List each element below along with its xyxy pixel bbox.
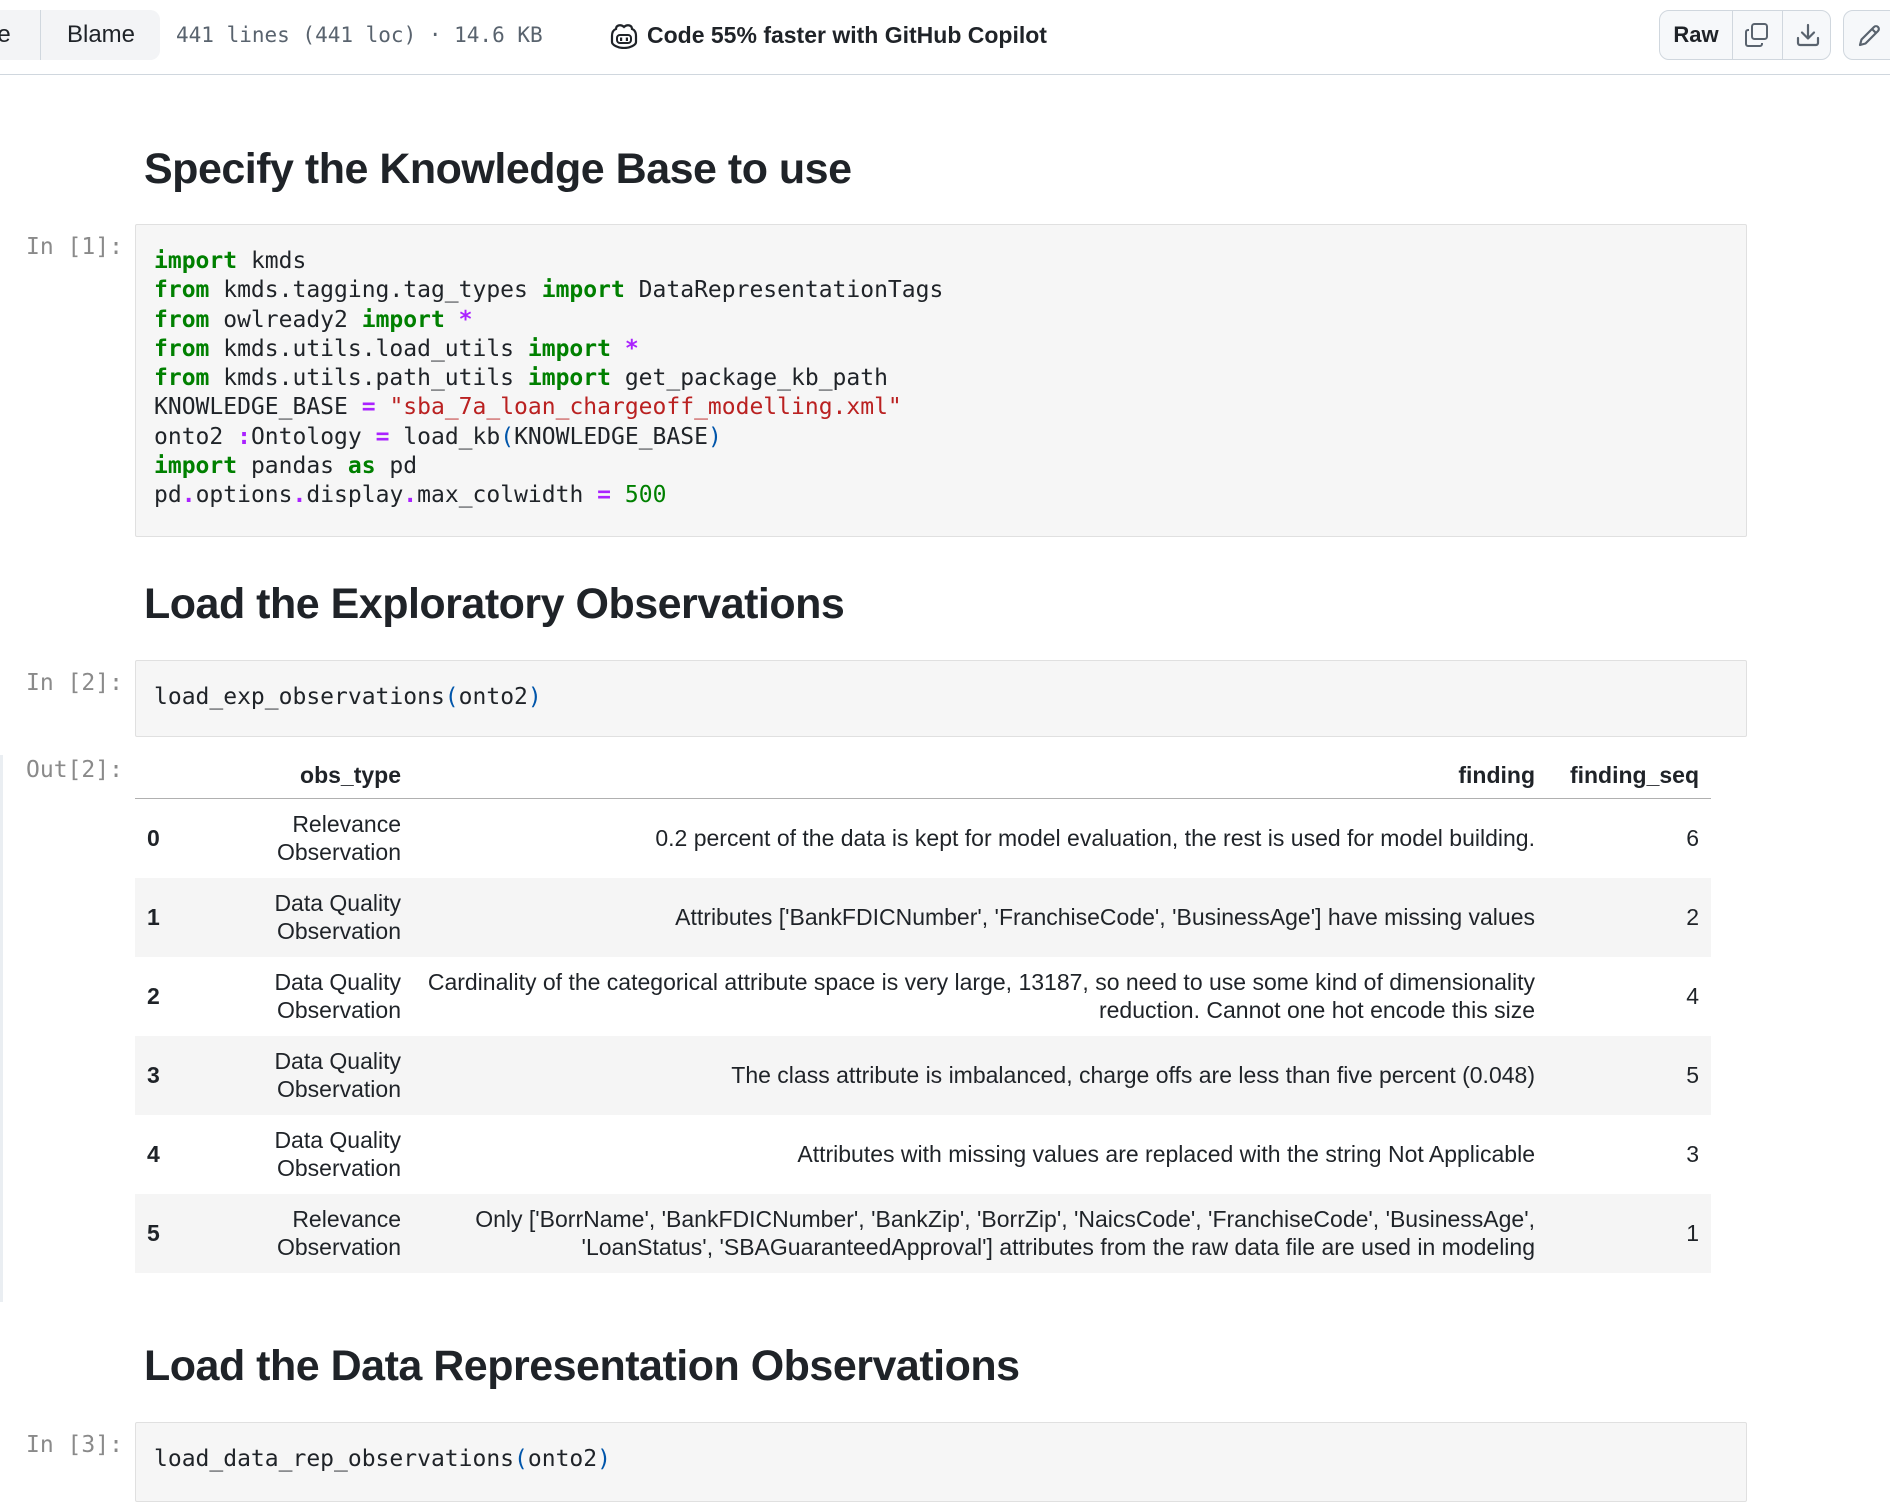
column-header: finding_seq [1547,752,1711,799]
cell-obs-type: Data Quality Observation [274,890,401,944]
copilot-text: Code 55% faster with GitHub Copilot [647,22,1047,48]
copilot-icon [610,24,638,49]
row-index: 5 [147,1219,160,1246]
row-index: 2 [147,982,160,1009]
cell-obs-type: Relevance Observation [276,811,401,866]
table-row: 0 Relevance Observation 0.2 percent of t… [135,799,1711,878]
table-row: 3 Data Quality Observation The class att… [135,1035,1711,1115]
code-cell[interactable]: load_data_rep_observations(onto2) [135,1422,1747,1502]
section-heading: Load the Exploratory Observations [144,580,845,628]
file-actions: Raw [1659,10,1831,60]
cell-obs-type: Data Quality Observation [274,1127,401,1181]
table-row: 2 Data Quality Observation Cardinality o… [135,957,1711,1036]
input-prompt: In [1]: [26,234,123,260]
column-header: finding [413,752,1547,799]
input-prompt: In [2]: [26,670,123,696]
raw-button[interactable]: Raw [1660,11,1733,59]
cell-finding: The class attribute is imbalanced, charg… [731,1062,1535,1088]
section-heading: Load the Data Representation Observation… [144,1342,1020,1390]
row-index: 0 [147,824,160,851]
cell-finding-seq: 6 [1686,825,1699,852]
output-gutter [0,755,3,1302]
cell-finding-seq: 1 [1686,1220,1699,1246]
copy-icon [1745,23,1768,47]
input-prompt: In [3]: [26,1432,123,1458]
cell-finding: Attributes with missing values are repla… [797,1141,1535,1167]
row-index: 3 [147,1061,160,1088]
download-icon [1796,23,1820,47]
code-block: load_exp_observations(onto2) [136,661,1746,712]
code-block: load_data_rep_observations(onto2) [136,1423,1746,1474]
observations-table: obs_type finding finding_seq 0 Relevance… [135,752,1711,1273]
copy-button[interactable] [1732,11,1783,59]
cell-obs-type: Relevance Observation [276,1206,401,1260]
index-header [135,752,209,799]
file-meta: 441 lines (441 loc) · 14.6 KB [176,23,543,47]
section-heading: Specify the Knowledge Base to use [144,145,852,193]
cell-obs-type: Data Quality Observation [274,969,401,1023]
cell-finding-seq: 4 [1686,983,1699,1009]
row-index: 1 [147,903,160,930]
table-row: 4 Data Quality Observation Attributes wi… [135,1115,1711,1194]
pencil-icon [1858,25,1880,47]
row-index: 4 [147,1140,160,1167]
output-prompt: Out[2]: [26,757,123,783]
code-line: load_exp_observations(onto2) [154,684,542,710]
cell-finding: 0.2 percent of the data is kept for mode… [655,825,1535,852]
code-line: load_data_rep_observations(onto2) [154,1446,611,1472]
table-row: 5 Relevance Observation Only ['BorrName'… [135,1193,1711,1273]
cell-finding-seq: 5 [1686,1062,1699,1088]
column-header: obs_type [209,752,413,799]
tab-blame[interactable]: Blame [40,10,160,60]
code-block: import kmds from kmds.tagging.tag_types … [154,248,944,509]
code-cell[interactable]: load_exp_observations(onto2) [135,660,1747,737]
file-toolbar: le Blame 441 lines (441 loc) · 14.6 KB C… [0,0,1890,75]
download-button[interactable] [1783,11,1831,59]
cell-finding: Only ['BorrName', 'BankFDICNumber', 'Ban… [475,1206,1535,1260]
tab-code-preview[interactable]: le [0,10,11,60]
table-row: 1 Data Quality Observation Attributes ['… [135,877,1711,957]
cell-finding-seq: 3 [1686,1141,1699,1167]
cell-obs-type: Data Quality Observation [274,1048,401,1102]
table-header-row: obs_type finding finding_seq [135,752,1711,799]
edit-button[interactable] [1843,10,1890,60]
view-switcher: le Blame [0,10,160,60]
cell-finding-seq: 2 [1686,904,1699,930]
cell-finding: Attributes ['BankFDICNumber', 'Franchise… [675,904,1535,930]
code-cell[interactable]: import kmds from kmds.tagging.tag_types … [135,224,1747,537]
cell-finding: Cardinality of the categorical attribute… [427,969,1535,1023]
